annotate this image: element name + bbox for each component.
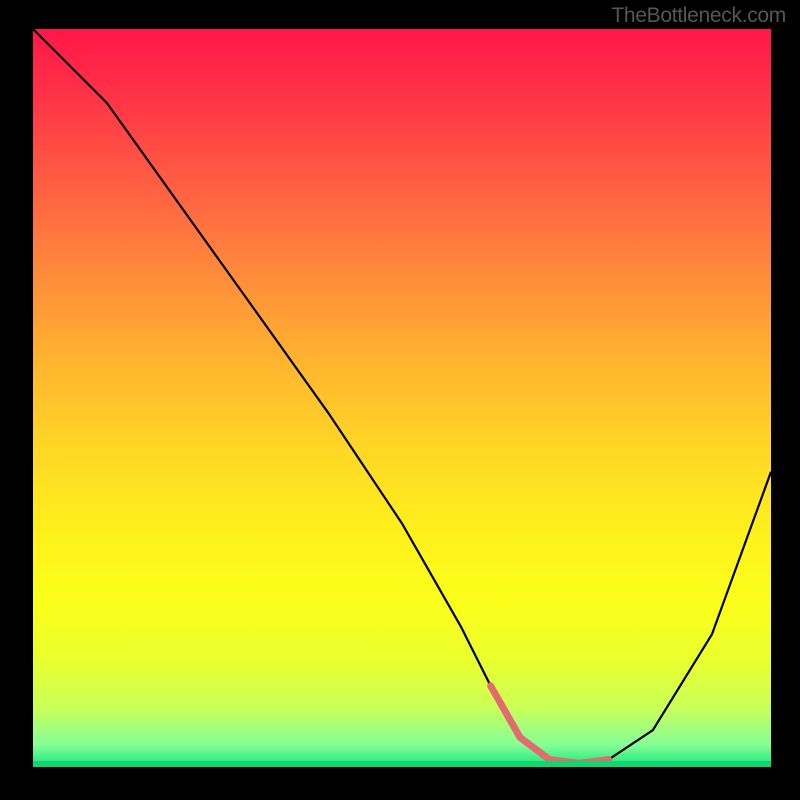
curve-layer	[33, 29, 771, 767]
optimal-range-underline	[491, 686, 609, 764]
baseline-band	[33, 761, 771, 767]
bottleneck-curve	[33, 29, 771, 763]
chart-container: TheBottleneck.com	[0, 0, 800, 800]
watermark-label: TheBottleneck.com	[611, 4, 786, 28]
plot-area	[33, 29, 771, 767]
